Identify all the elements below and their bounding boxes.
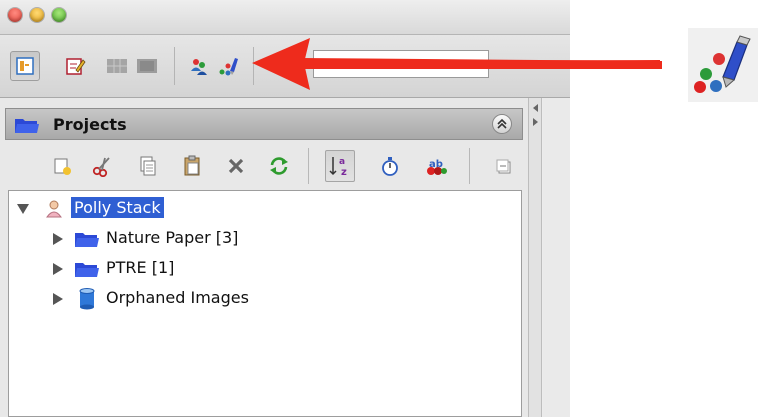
grid-view-button[interactable] xyxy=(102,51,132,81)
tree-row-nature-paper[interactable]: Nature Paper [3] xyxy=(9,226,521,252)
projects-panel: Projects a z ab Polly Stack Nature Paper… xyxy=(0,98,528,417)
folder-icon xyxy=(15,119,39,133)
disclosure-collapsed-icon[interactable] xyxy=(53,263,63,275)
tree-row-root[interactable]: Polly Stack xyxy=(9,196,521,222)
collapse-all-button[interactable] xyxy=(489,150,519,182)
zoom-window-button[interactable] xyxy=(52,8,66,22)
tree-row-orphaned-images[interactable]: Orphaned Images xyxy=(9,286,521,312)
new-item-icon xyxy=(54,158,71,175)
annotation-icon xyxy=(66,58,86,75)
sort-alpha-button[interactable]: a z xyxy=(325,150,355,182)
search-input[interactable] xyxy=(313,50,489,78)
users-button[interactable] xyxy=(184,51,214,81)
content-pane xyxy=(543,98,570,417)
toolbar-separator xyxy=(253,47,254,85)
data-manager-icon xyxy=(16,57,34,75)
tree-toolbar: a z ab xyxy=(5,144,523,188)
tree-toolbar-separator xyxy=(469,148,470,184)
refresh-icon xyxy=(270,157,288,175)
annotation-button[interactable] xyxy=(60,51,90,81)
grid-view-icon xyxy=(107,59,127,73)
new-item-button[interactable] xyxy=(47,150,77,182)
disclosure-collapsed-icon[interactable] xyxy=(53,293,63,305)
cut-button[interactable] xyxy=(87,150,117,182)
tree-row-label: Polly Stack xyxy=(71,197,164,218)
splitter-arrows-icon xyxy=(533,104,538,126)
collapse-panel-button[interactable] xyxy=(492,114,512,134)
refresh-button[interactable] xyxy=(264,150,294,182)
tag-button[interactable]: ab xyxy=(422,150,452,182)
stopwatch-icon xyxy=(382,157,398,176)
title-bar xyxy=(0,0,570,35)
zoomed-icon-preview xyxy=(688,28,758,102)
folder-icon xyxy=(75,263,99,277)
delete-icon xyxy=(228,158,244,174)
pen-shapes-icon xyxy=(219,58,238,76)
tree-toolbar-separator xyxy=(308,148,309,184)
disclosure-collapsed-icon[interactable] xyxy=(53,233,63,245)
paste-icon xyxy=(184,155,200,176)
svg-text:z: z xyxy=(341,167,347,178)
tag-icon: ab xyxy=(427,159,447,175)
users-icon xyxy=(191,59,207,75)
collapse-all-icon xyxy=(496,159,511,174)
copy-button[interactable] xyxy=(133,150,163,182)
folder-icon xyxy=(75,233,99,247)
toolbar-separator xyxy=(174,47,175,85)
sort-alpha-icon: a z xyxy=(329,157,347,178)
tree-row-ptre[interactable]: PTRE [1] xyxy=(9,256,521,282)
tree-row-label: Orphaned Images xyxy=(106,288,249,307)
splitter-handle[interactable] xyxy=(528,98,542,417)
data-manager-button[interactable] xyxy=(10,51,40,81)
tree-row-label: Nature Paper [3] xyxy=(106,228,239,247)
svg-text:a: a xyxy=(339,157,345,167)
copy-icon xyxy=(140,156,156,176)
pen-shapes-icon xyxy=(694,35,751,93)
cylinder-icon xyxy=(79,288,95,310)
panel-title: Projects xyxy=(53,115,127,134)
user-icon xyxy=(46,200,62,218)
close-window-button[interactable] xyxy=(8,8,22,22)
disclosure-expanded-icon[interactable] xyxy=(17,204,29,214)
stopwatch-button[interactable] xyxy=(375,150,405,182)
tree-row-label: PTRE [1] xyxy=(106,258,175,277)
delete-button[interactable] xyxy=(221,150,251,182)
cut-icon xyxy=(92,157,110,177)
paste-button[interactable] xyxy=(177,150,207,182)
split-view-button[interactable] xyxy=(132,51,162,81)
double-chevron-up-icon xyxy=(497,118,507,129)
minimize-window-button[interactable] xyxy=(30,8,44,22)
pen-shapes-button[interactable] xyxy=(214,51,244,81)
project-tree: Polly Stack Nature Paper [3] PTRE [1] Or… xyxy=(8,190,522,417)
projects-panel-header: Projects xyxy=(5,108,523,140)
split-view-icon xyxy=(137,59,157,73)
